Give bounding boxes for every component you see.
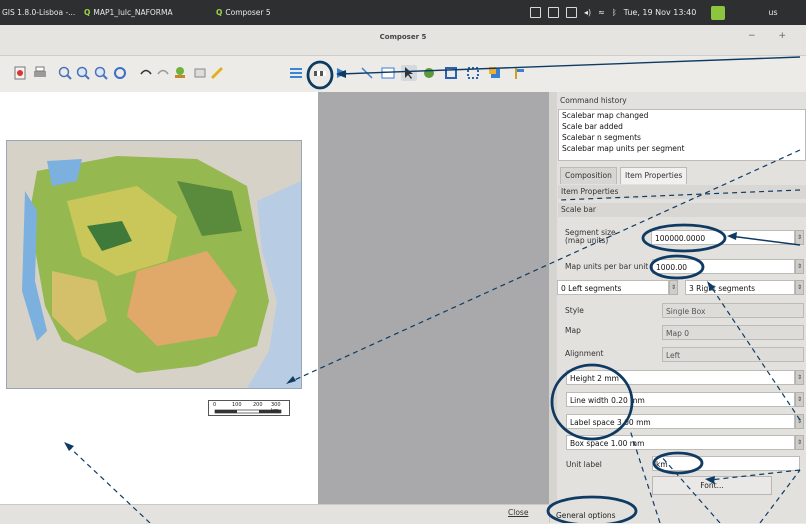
- undo-icon[interactable]: [138, 65, 154, 81]
- map-units-label: Map units per bar unit: [565, 262, 649, 271]
- scalebar-label: 100: [232, 402, 242, 408]
- general-options-section[interactable]: General options: [556, 511, 616, 520]
- item-properties-heading: Item Properties: [558, 185, 806, 199]
- scalebar-label: 300 km: [271, 402, 281, 414]
- unit-label-input[interactable]: km: [652, 456, 800, 471]
- command-history-title: Command history: [560, 96, 627, 105]
- refresh-icon[interactable]: [112, 65, 128, 81]
- taskbar-qgis-window[interactable]: GIS 1.8.0-Lisboa -...: [2, 0, 75, 25]
- print-icon[interactable]: [32, 65, 48, 81]
- label-space-spinner[interactable]: ⇕: [795, 414, 804, 429]
- map-units-spinner[interactable]: ⇕: [795, 259, 804, 274]
- qgis-logo-icon: Q: [216, 8, 223, 17]
- volume-icon[interactable]: ◂): [584, 8, 591, 17]
- command-history-list[interactable]: Scalebar map changed Scale bar added Sca…: [558, 109, 806, 161]
- bluetooth-icon[interactable]: ᛒ: [612, 8, 617, 17]
- scalebar-item[interactable]: 0 100 200 300 km: [208, 400, 290, 416]
- add-table-icon[interactable]: [380, 65, 396, 81]
- tanzania-land-cover-map: [7, 141, 301, 388]
- export-pdf-icon[interactable]: [12, 65, 28, 81]
- raise-icon[interactable]: [487, 65, 503, 81]
- label-space-input[interactable]: Label space 3.00 mm: [566, 414, 795, 429]
- map-units-input[interactable]: 1000.00: [652, 259, 795, 274]
- group-icon[interactable]: [443, 65, 459, 81]
- history-item[interactable]: Scalebar map units per segment: [559, 143, 805, 154]
- map-item[interactable]: [6, 140, 302, 389]
- segment-size-label: Segment size (map units): [565, 228, 616, 245]
- add-shape-icon[interactable]: [334, 65, 350, 81]
- font-button[interactable]: Font...: [652, 476, 772, 495]
- move-content-icon[interactable]: [421, 65, 437, 81]
- history-item[interactable]: Scalebar map changed: [559, 110, 805, 121]
- zoom-in-icon[interactable]: [75, 65, 91, 81]
- right-segments-spinner[interactable]: ⇕: [795, 280, 804, 295]
- status-bar: [0, 504, 549, 524]
- segment-size-input[interactable]: 100000.0000: [651, 230, 795, 245]
- wifi-icon[interactable]: ≈: [598, 8, 605, 17]
- qgis-tray-icon[interactable]: [711, 5, 726, 20]
- map-label: Map: [565, 326, 581, 335]
- history-item[interactable]: Scale bar added: [559, 121, 805, 132]
- right-segments-input[interactable]: 3 Right segments: [685, 280, 795, 295]
- height-spinner[interactable]: ⇕: [795, 370, 804, 385]
- scalebar-label: 200: [253, 402, 263, 408]
- select-icon[interactable]: [401, 65, 417, 81]
- tab-composition[interactable]: Composition: [560, 167, 617, 184]
- map-select[interactable]: Map 0: [662, 325, 804, 340]
- redo-icon[interactable]: [155, 65, 171, 81]
- add-map-icon[interactable]: [172, 65, 188, 81]
- window-titlebar: Composer 5 − +: [0, 25, 806, 56]
- alignment-label: Alignment: [565, 349, 604, 358]
- composer-canvas[interactable]: [318, 92, 549, 504]
- left-segments-spinner[interactable]: ⇕: [669, 280, 678, 295]
- zoom-full-icon[interactable]: [57, 65, 73, 81]
- battery-icon[interactable]: [530, 7, 541, 18]
- panel-scrollbar[interactable]: [549, 92, 557, 504]
- scale-bar-heading[interactable]: Scale bar: [558, 203, 806, 217]
- add-scalebar-icon[interactable]: [312, 65, 328, 81]
- clock[interactable]: Tue, 19 Nov 13:40: [624, 8, 697, 17]
- align-icon[interactable]: [512, 65, 528, 81]
- tab-item-properties[interactable]: Item Properties: [620, 167, 688, 184]
- clipboard-icon[interactable]: [548, 7, 559, 18]
- line-width-input[interactable]: Line width 0.20 mm: [566, 392, 795, 407]
- box-space-spinner[interactable]: ⇕: [795, 435, 804, 450]
- window-title: Composer 5: [379, 33, 427, 41]
- user-name[interactable]: us: [768, 8, 777, 17]
- mail-icon[interactable]: [566, 7, 577, 18]
- taskbar-map-window[interactable]: Q MAP1_lulc_NAFORMA: [84, 0, 173, 25]
- system-taskbar: GIS 1.8.0-Lisboa -... Q MAP1_lulc_NAFORMA…: [0, 0, 806, 25]
- zoom-out-icon[interactable]: [93, 65, 109, 81]
- scalebar-label: 0: [213, 402, 217, 408]
- add-legend-icon[interactable]: [288, 65, 304, 81]
- ungroup-icon[interactable]: [465, 65, 481, 81]
- box-space-input[interactable]: Box space 1.00 mm: [566, 435, 795, 450]
- history-item[interactable]: Scalebar n segments: [559, 132, 805, 143]
- height-input[interactable]: Height 2 mm: [566, 370, 795, 385]
- line-width-spinner[interactable]: ⇕: [795, 392, 804, 407]
- qgis-logo-icon: Q: [84, 8, 91, 17]
- pencil-icon[interactable]: [209, 65, 225, 81]
- unit-label-label: Unit label: [566, 460, 602, 469]
- composer-toolbar: [0, 56, 806, 93]
- add-arrow-icon[interactable]: [359, 65, 375, 81]
- alignment-select[interactable]: Left: [662, 347, 804, 362]
- window-controls[interactable]: − +: [748, 31, 796, 41]
- add-image-icon[interactable]: [192, 65, 208, 81]
- style-select[interactable]: Single Box: [662, 303, 804, 318]
- close-button[interactable]: Close: [508, 508, 528, 517]
- system-tray: ◂) ≈ ᛒ Tue, 19 Nov 13:40 us: [530, 0, 778, 25]
- left-segments-input[interactable]: 0 Left segments: [557, 280, 669, 295]
- style-label: Style: [565, 306, 584, 315]
- segment-size-spinner[interactable]: ⇕: [795, 230, 804, 245]
- taskbar-composer-window[interactable]: Q Composer 5: [216, 0, 271, 25]
